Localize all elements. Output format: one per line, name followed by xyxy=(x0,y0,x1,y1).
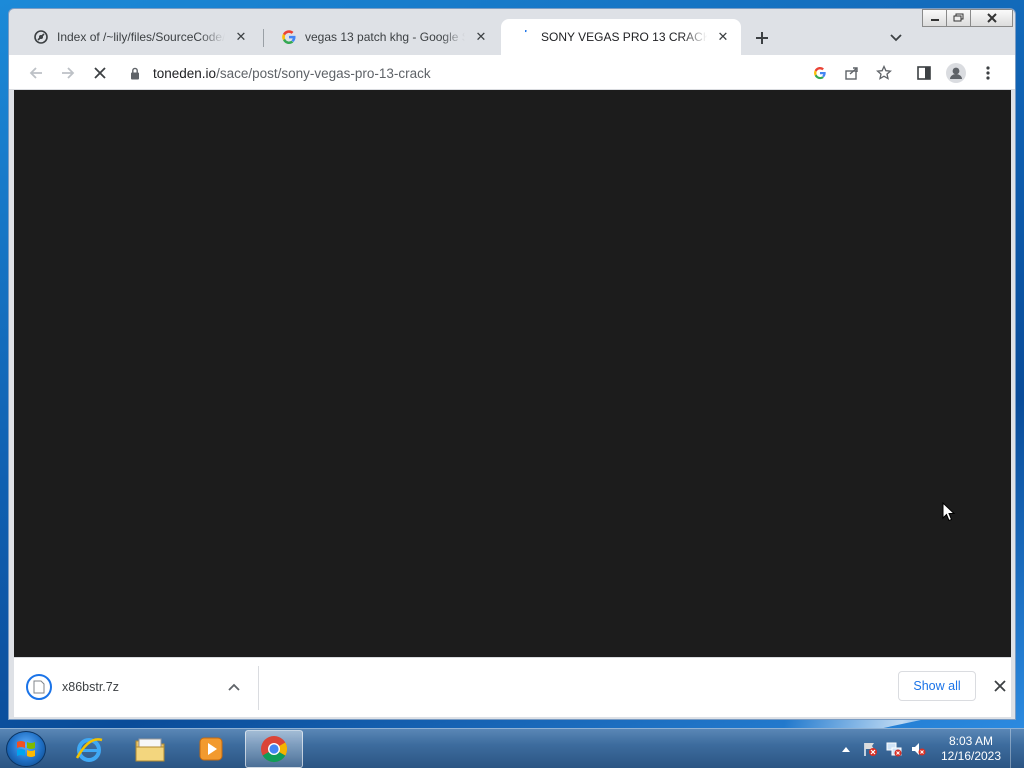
show-desktop-button[interactable] xyxy=(1010,729,1024,768)
profile-button[interactable] xyxy=(943,60,969,86)
download-shelf: x86bstr.7z Show all xyxy=(14,657,1011,717)
arrow-right-icon xyxy=(62,67,75,79)
address-bar[interactable]: toneden.io/sace/post/sony-vegas-pro-13-c… xyxy=(125,59,865,87)
browser-toolbar: toneden.io/sace/post/sony-vegas-pro-13-c… xyxy=(9,55,1015,90)
tab-title: SONY VEGAS PRO 13 CRACK by xyxy=(541,30,707,44)
clock-date: 12/16/2023 xyxy=(940,749,1002,763)
star-icon xyxy=(876,65,892,80)
windows-logo-icon xyxy=(17,741,35,757)
google-g-icon xyxy=(281,29,297,45)
tab-close-icon[interactable]: ✕ xyxy=(473,29,489,45)
browser-window: Index of /~lily/files/SourceCode/ ✕ vega… xyxy=(8,8,1016,720)
arrow-left-icon xyxy=(29,67,42,79)
taskbar-windows-explorer[interactable] xyxy=(121,730,179,768)
chevron-up-icon xyxy=(842,747,850,752)
download-item[interactable]: x86bstr.7z xyxy=(26,672,244,702)
chevron-up-icon[interactable] xyxy=(224,683,244,691)
tab-index-of-lily[interactable]: Index of /~lily/files/SourceCode/ ✕ xyxy=(17,19,259,55)
chevron-down-icon xyxy=(890,34,902,42)
file-icon xyxy=(26,674,52,700)
lock-icon xyxy=(125,67,145,80)
taskbar: 8:03 AM 12/16/2023 xyxy=(0,728,1024,768)
taskbar-internet-explorer[interactable] xyxy=(60,730,118,768)
google-g-icon xyxy=(814,67,826,80)
show-all-downloads-button[interactable]: Show all xyxy=(898,671,976,701)
internet-explorer-icon xyxy=(75,738,103,762)
stop-loading-button[interactable] xyxy=(87,60,113,86)
tab-strip: Index of /~lily/files/SourceCode/ ✕ vega… xyxy=(9,19,1015,55)
forward-button[interactable] xyxy=(55,60,81,86)
share-icon xyxy=(845,67,858,80)
apache-feather-icon xyxy=(33,29,49,45)
side-panel-button[interactable] xyxy=(911,60,937,86)
back-button[interactable] xyxy=(23,60,49,86)
share-button[interactable] xyxy=(839,60,865,86)
tab-title: Index of /~lily/files/SourceCode/ xyxy=(57,30,225,44)
tab-google-search[interactable]: vegas 13 patch khg - Google Search ✕ xyxy=(265,19,499,55)
taskbar-chrome[interactable] xyxy=(245,730,303,768)
taskbar-media-player[interactable] xyxy=(182,730,240,768)
network-icon[interactable] xyxy=(885,740,903,758)
action-center-flag-icon[interactable] xyxy=(861,740,879,758)
tab-sony-vegas-crack[interactable]: SONY VEGAS PRO 13 CRACK by ✕ xyxy=(501,19,741,55)
stop-x-icon xyxy=(94,67,106,79)
system-tray: 8:03 AM 12/16/2023 xyxy=(834,729,1024,768)
close-shelf-button[interactable] xyxy=(990,676,1010,696)
media-player-icon xyxy=(199,737,223,761)
tab-close-icon[interactable]: ✕ xyxy=(715,29,731,45)
start-button[interactable] xyxy=(6,731,46,767)
loading-spinner-icon xyxy=(517,29,533,45)
tab-divider xyxy=(263,29,264,47)
avatar-icon xyxy=(946,63,966,83)
mouse-cursor-icon xyxy=(942,502,956,522)
page-content[interactable] xyxy=(14,90,1011,657)
url-text: toneden.io/sace/post/sony-vegas-pro-13-c… xyxy=(153,66,431,81)
url-path: /sace/post/sony-vegas-pro-13-crack xyxy=(216,65,431,81)
chrome-icon xyxy=(261,736,288,763)
clock[interactable]: 8:03 AM 12/16/2023 xyxy=(936,734,1006,764)
volume-muted-icon[interactable] xyxy=(909,740,927,758)
google-lens-button[interactable] xyxy=(807,60,833,86)
shelf-divider xyxy=(258,666,259,710)
folder-icon xyxy=(135,738,165,762)
new-tab-button[interactable] xyxy=(751,27,773,49)
plus-icon xyxy=(756,32,768,44)
download-filename: x86bstr.7z xyxy=(62,680,119,694)
side-panel-icon xyxy=(917,66,931,80)
tab-close-icon[interactable]: ✕ xyxy=(233,29,249,45)
show-hidden-icons-button[interactable] xyxy=(837,740,855,758)
kebab-menu-icon xyxy=(986,66,990,80)
clock-time: 8:03 AM xyxy=(948,734,994,748)
tab-title: vegas 13 patch khg - Google Search xyxy=(305,30,465,44)
close-icon xyxy=(994,680,1006,692)
menu-button[interactable] xyxy=(975,60,1001,86)
tab-search-button[interactable] xyxy=(885,27,907,49)
url-domain: toneden.io xyxy=(153,65,217,81)
bookmark-button[interactable] xyxy=(871,60,897,86)
